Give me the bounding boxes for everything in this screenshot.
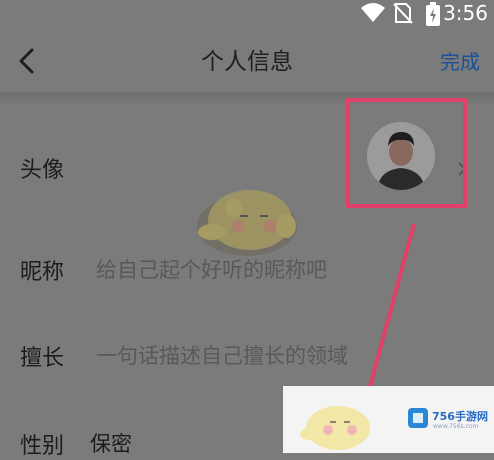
mascot-small-icon (300, 406, 370, 450)
watermark-title: 756手游网 (432, 410, 488, 423)
mascot-watermark-icon (197, 190, 297, 256)
watermark-subtitle: www.756s.com (433, 423, 479, 430)
site-logo-icon (408, 408, 428, 428)
